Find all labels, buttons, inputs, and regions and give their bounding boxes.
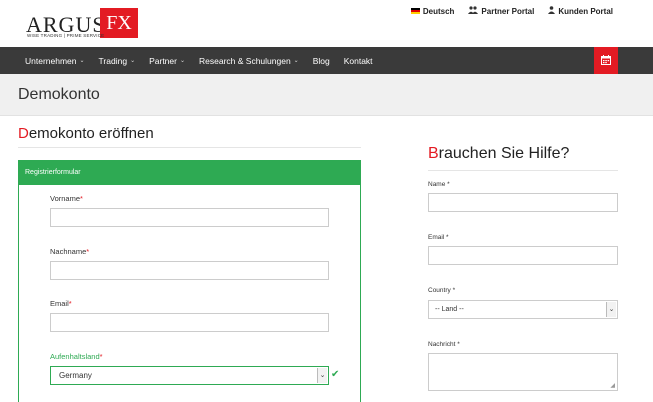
chevron-down-icon: ⌄	[606, 302, 616, 317]
vorname-label: Vorname*	[50, 194, 83, 203]
help-name-label: Name *	[428, 181, 450, 188]
label-text: Nachname	[50, 247, 87, 256]
chevron-down-icon: ⌄	[79, 58, 85, 64]
kunden-portal-label: Kunden Portal	[558, 6, 613, 16]
header: ARGUS FX WISE TRADING | PRIME SERVICE De…	[0, 0, 653, 47]
help-name-input[interactable]	[428, 193, 618, 212]
help-email-label: Email *	[428, 234, 449, 241]
language-label: Deutsch	[422, 6, 455, 16]
divider	[18, 147, 361, 148]
section-heading: Demokonto eröffnen	[18, 125, 154, 142]
chevron-down-icon: ⌄	[179, 58, 185, 64]
required-mark: *	[86, 247, 90, 256]
label-text: Aufenhaltsland	[50, 352, 100, 361]
required-mark: *	[80, 194, 83, 203]
kunden-portal-link[interactable]: Kunden Portal	[548, 6, 613, 16]
calendar-button[interactable]	[594, 47, 618, 74]
label-text: Email	[50, 299, 69, 308]
nav-label: Kontakt	[343, 55, 373, 66]
chevron-down-icon: ⌄	[293, 58, 299, 64]
calendar-icon	[601, 52, 611, 70]
nav-item-unternehmen[interactable]: Unternehmen ⌄	[25, 56, 85, 66]
language-link-deutsch[interactable]: Deutsch	[410, 6, 455, 16]
nav-label: Unternehmen	[25, 55, 77, 66]
partner-portal-label: Partner Portal	[481, 6, 535, 16]
page-title: Demokonto	[18, 86, 100, 103]
argusfx-logo[interactable]: ARGUS FX WISE TRADING | PRIME SERVICE	[26, 8, 138, 38]
label-text: Vorname	[50, 194, 81, 203]
help-country-label: Country *	[428, 287, 456, 294]
vorname-input[interactable]	[50, 208, 329, 227]
nav-label: Trading	[98, 55, 128, 66]
nachname-input[interactable]	[50, 261, 329, 280]
nav-item-trading[interactable]: Trading ⌄	[99, 56, 136, 66]
users-icon	[468, 6, 479, 16]
top-links: Deutsch Partner Portal Kunden Portal	[410, 6, 613, 16]
heading-rest: emokonto eröffnen	[28, 125, 154, 142]
nav-label: Blog	[312, 55, 330, 66]
divider	[428, 170, 618, 171]
nav-item-partner[interactable]: Partner ⌄	[149, 56, 185, 66]
heading-initial: B	[428, 145, 439, 162]
heading-initial: D	[18, 125, 29, 142]
email-label: Email*	[50, 299, 72, 308]
required-mark: *	[68, 299, 72, 308]
resize-handle-icon[interactable]: ◢	[610, 382, 615, 389]
help-country-value: -- Land --	[435, 306, 464, 313]
email-input[interactable]	[50, 313, 329, 332]
country-select[interactable]: Germany ⌄	[50, 366, 329, 385]
chevron-down-icon: ⌄	[130, 58, 136, 64]
help-country-select[interactable]: -- Land -- ⌄	[428, 300, 618, 319]
country-label: Aufenhaltsland*	[50, 352, 103, 361]
nav-item-kontakt[interactable]: Kontakt	[344, 56, 373, 66]
help-message-label: Nachricht *	[428, 341, 460, 348]
panel-header: Registrierformular	[19, 161, 360, 185]
nav-label: Research & Schulungen	[199, 55, 291, 66]
required-mark: *	[99, 352, 103, 361]
country-select-value: Germany	[59, 371, 92, 380]
german-flag-icon	[410, 8, 420, 14]
help-message-textarea[interactable]: ◢	[428, 353, 618, 391]
logo-fx-badge: FX	[100, 8, 138, 38]
nav-item-blog[interactable]: Blog	[313, 56, 330, 66]
help-heading: Brauchen Sie Hilfe?	[428, 145, 569, 163]
page-title-bar: Demokonto	[0, 74, 653, 116]
nachname-label: Nachname*	[50, 247, 89, 256]
help-email-input[interactable]	[428, 246, 618, 265]
partner-portal-link[interactable]: Partner Portal	[468, 6, 534, 16]
nav-item-research[interactable]: Research & Schulungen ⌄	[199, 56, 299, 66]
heading-rest: rauchen Sie Hilfe?	[438, 145, 570, 162]
user-icon	[548, 6, 556, 16]
logo-tagline: WISE TRADING | PRIME SERVICE	[27, 33, 105, 38]
check-icon: ✔	[331, 369, 340, 380]
nav-label: Partner	[149, 55, 177, 66]
main-nav: Unternehmen ⌄ Trading ⌄ Partner ⌄ Research …	[0, 47, 653, 74]
chevron-down-icon: ⌄	[317, 368, 327, 383]
